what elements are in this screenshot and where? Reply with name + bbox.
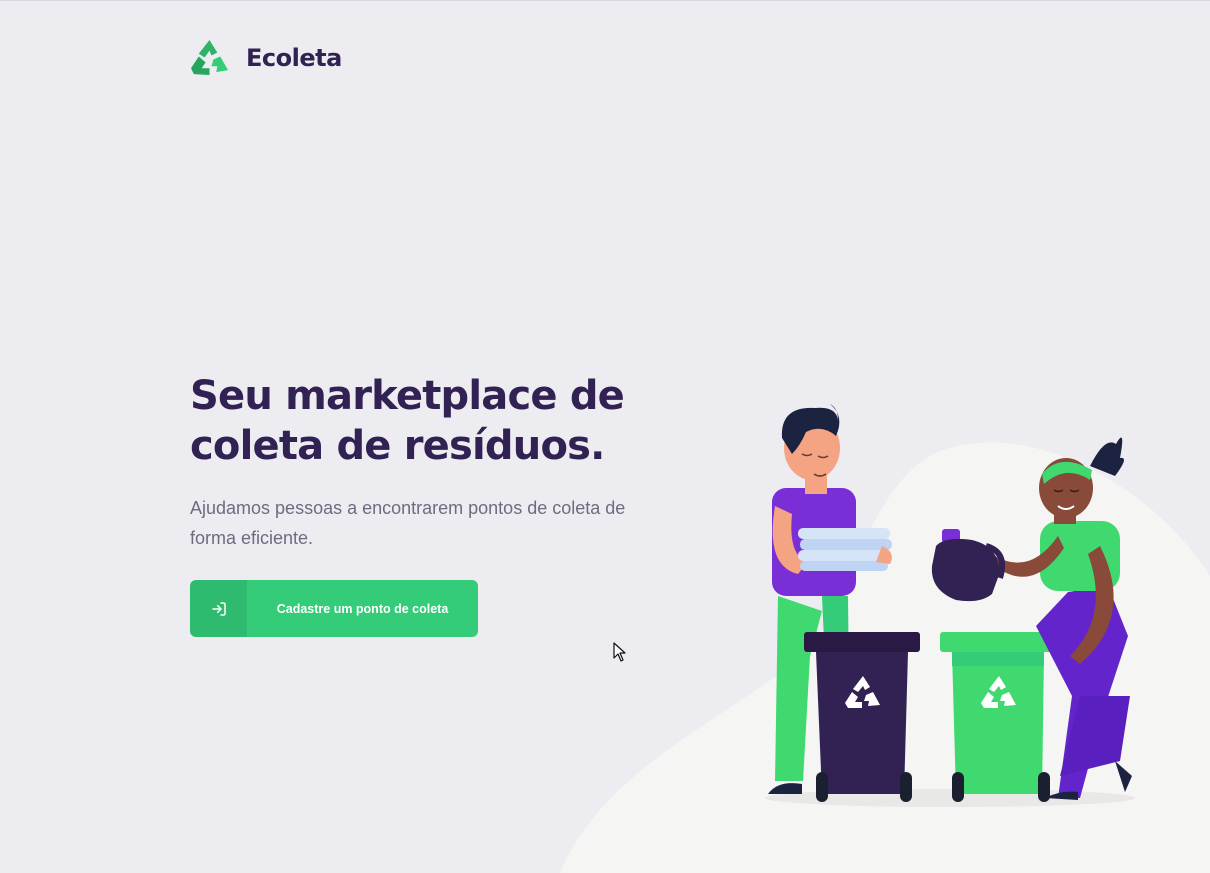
green-recycling-bin: [940, 632, 1056, 802]
recycle-icon[interactable]: [190, 38, 229, 77]
folded-clothes: [798, 528, 892, 571]
hero-title-line-2: coleta de resíduos.: [190, 423, 605, 469]
cta-label: Cadastre um ponto de coleta: [276, 601, 449, 616]
brand-name[interactable]: Ecoleta: [246, 44, 342, 72]
register-collection-point-button[interactable]: Cadastre um ponto de coleta: [190, 580, 478, 637]
hero-title-line-1: Seu marketplace de: [190, 373, 625, 419]
dark-recycling-bin: [804, 632, 920, 802]
log-in-icon: [211, 601, 226, 616]
cta-icon-container: [190, 580, 247, 637]
recycling-people-illustration: [560, 404, 1210, 873]
site-header: Ecoleta: [190, 38, 342, 77]
